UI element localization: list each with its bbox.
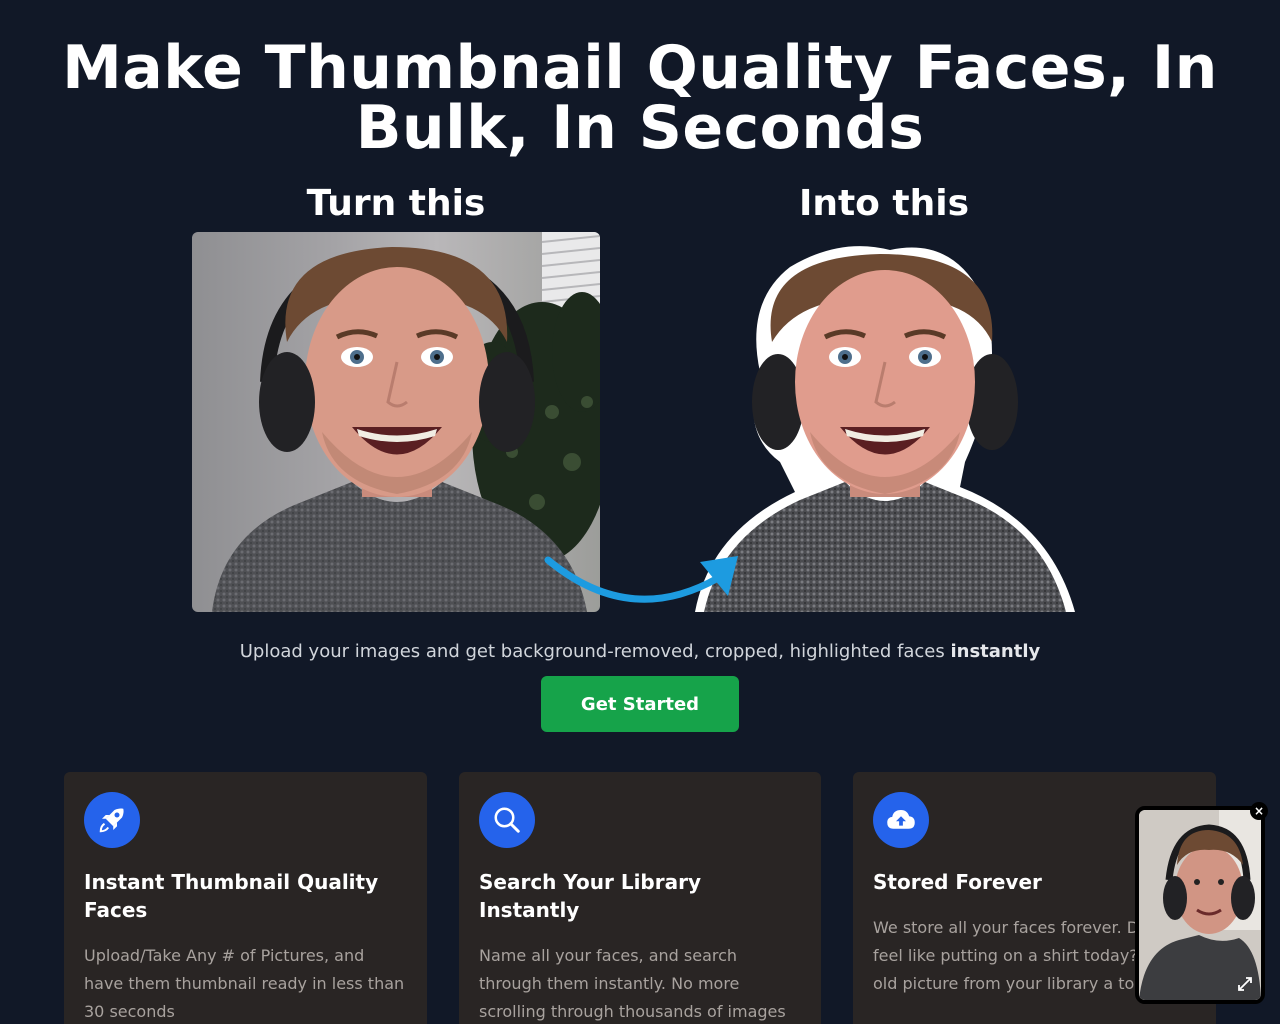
before-heading: Turn this xyxy=(306,183,486,224)
subtitle-text: Upload your images and get background-re… xyxy=(239,641,951,662)
cloud-upload-icon xyxy=(873,792,929,848)
search-icon xyxy=(479,792,535,848)
feature-card-search: Search Your Library Instantly Name all y… xyxy=(459,772,821,1024)
after-heading: Into this xyxy=(798,183,970,224)
video-widget[interactable] xyxy=(1135,806,1265,1004)
feature-text: Name all your faces, and search through … xyxy=(479,946,786,1021)
subtitle-emphasis: instantly xyxy=(950,641,1041,662)
rocket-icon xyxy=(84,792,140,848)
feature-text: Upload/Take Any # of Pictures, and have … xyxy=(84,946,405,1021)
hero-subtitle: Upload your images and get background-re… xyxy=(0,640,1280,664)
feature-title: Instant Thumbnail Quality Faces xyxy=(84,870,379,922)
get-started-button[interactable]: Get Started xyxy=(541,676,739,732)
feature-card-instant: Instant Thumbnail Quality Faces Upload/T… xyxy=(64,772,427,1024)
expand-icon[interactable] xyxy=(1237,976,1253,992)
feature-title: Search Your Library Instantly xyxy=(479,870,702,922)
hero-title: Make Thumbnail Quality Faces, In Bulk, I… xyxy=(62,33,1218,163)
close-icon[interactable]: × xyxy=(1250,802,1268,820)
arrow-icon xyxy=(544,556,738,603)
landing-page: Make Thumbnail Quality Faces, In Bulk, I… xyxy=(0,0,1280,1024)
before-photo xyxy=(192,232,600,612)
